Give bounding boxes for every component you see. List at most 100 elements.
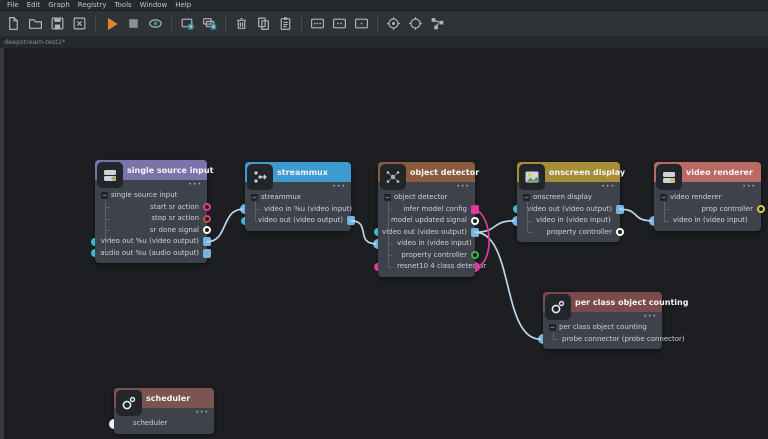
port-scheduler-in[interactable] [109,419,114,429]
port-stop-sr-action-out[interactable] [203,215,211,223]
menu-tools[interactable]: Tools [110,1,135,9]
port-video-out-video-output-out[interactable] [471,228,479,237]
port-resnet10-4-class-detector-in[interactable] [374,263,378,271]
node-onscreen-display[interactable]: onscreen display•••−onscreen displayvide… [517,162,620,242]
menu-file[interactable]: File [3,1,23,9]
panel-clock-icon [180,16,195,31]
port-audio-out-u-audio-output-in[interactable] [91,249,95,257]
port-sr-done-signal-out[interactable] [203,226,211,234]
port-video-out-video-output-in[interactable] [374,228,378,236]
menu-graph[interactable]: Graph [44,1,73,9]
preview-button[interactable] [145,13,166,34]
row-label: video out (video output) [258,216,343,224]
node-row-streammux: −streammux [245,192,351,204]
node-menu-icon[interactable]: ••• [195,410,209,416]
tree-tick [255,221,260,222]
node-body: scheduler [114,418,214,430]
tree-tick [105,207,110,208]
port-model-updated-signal-out[interactable] [471,217,479,225]
node-menu-icon[interactable]: ••• [456,184,470,190]
port-video-out-u-video-output-in[interactable] [91,238,95,246]
port-start-sr-action-out[interactable] [203,203,211,211]
paste-button[interactable] [275,13,296,34]
node-menu-icon[interactable]: ••• [643,314,657,320]
new-file-button[interactable] [3,13,24,34]
node-row-stop-sr-action: stop sr action [95,213,207,225]
collapse-icon[interactable]: − [549,324,556,331]
delete-button[interactable] [231,13,252,34]
graph-canvas[interactable]: single source input•••−single source inp… [0,48,768,439]
collapse-icon[interactable]: − [384,194,391,201]
save-graph-button[interactable] [47,13,68,34]
port-video-out-video-output-in[interactable] [241,217,245,225]
menu-help[interactable]: Help [171,1,195,9]
copy-button[interactable] [253,13,274,34]
focus-all-button[interactable] [405,13,426,34]
port-property-controller-out[interactable] [471,251,479,259]
port-audio-out-u-audio-output-out[interactable] [203,249,211,258]
port-video-in-video-input-in[interactable] [649,216,654,226]
node-per-class-object-counting[interactable]: per class object counting ••• −per class o… [543,292,662,349]
panels-clock-button[interactable] [199,13,220,34]
run-graph-button[interactable] [101,13,122,34]
node-video-renderer[interactable]: video renderer•••−video rendererprop con… [654,162,761,231]
group-two-dots-button[interactable] [329,13,350,34]
port-video-in-video-input-in[interactable] [373,239,378,249]
port-infer-model-config-out[interactable] [471,205,479,214]
node-row-object-detector: −object detector [378,192,475,204]
box-dots2-icon [332,16,347,31]
node-body: −single source inputstart sr actionstop … [95,190,207,259]
auto-layout-button[interactable] [427,13,448,34]
port-prop-controller-out[interactable] [757,205,765,213]
menu-registry[interactable]: Registry [74,1,111,9]
port-video-out-video-output-out[interactable] [616,205,624,214]
panel-clock-button[interactable] [177,13,198,34]
box-dots1-icon [354,16,369,31]
mux-icon [247,164,273,190]
node-object-detector[interactable]: object detector•••−object detectorinfer … [378,162,475,277]
collapse-icon[interactable]: − [523,194,530,201]
stop-graph-button[interactable] [123,13,144,34]
open-graph-button[interactable] [25,13,46,34]
tree-tick [105,219,110,220]
row-label: sr done signal [150,226,199,234]
row-label: per class object counting [559,323,647,331]
node-menu-icon[interactable]: ••• [601,184,615,190]
node-menu-icon[interactable]: ••• [188,182,202,188]
collapse-icon[interactable]: − [251,194,258,201]
port-video-out-u-video-output-out[interactable] [203,237,211,246]
group-three-dots-button[interactable] [307,13,328,34]
collapse-icon[interactable]: − [660,194,667,201]
port-probe-connector-probe-connector-in[interactable] [538,334,543,344]
node-streammux[interactable]: streammux•••−streammuxvideo in %u (video… [245,162,351,231]
node-single-source-input[interactable]: single source input•••−single source inp… [95,160,207,263]
node-row-per-class-object-counting: −per class object counting [543,322,662,334]
collapse-icon[interactable]: − [101,192,108,199]
port-property-controller-out[interactable] [616,228,624,236]
group-one-dot-button[interactable] [351,13,372,34]
close-graph-button[interactable] [69,13,90,34]
node-menu-icon[interactable]: ••• [742,184,756,190]
toolbar [0,11,768,36]
port-video-out-video-output-out[interactable] [347,216,355,225]
node-row-video-in-video-input: video in (video input) [517,215,620,227]
node-row-sr-done-signal: sr done signal [95,225,207,237]
node-scheduler[interactable]: scheduler•••scheduler [114,388,214,434]
tree-tick [664,221,669,222]
port-video-out-video-output-in[interactable] [513,205,517,213]
node-row-video-out-u-video-output: video out %u (video output) [95,236,207,248]
graph-tab[interactable]: deepstream-test1* [4,38,65,46]
port-video-in-video-input-in[interactable] [512,216,517,226]
menu-edit[interactable]: Edit [23,1,45,9]
node-title: onscreen display [549,168,625,177]
media-cards-icon [97,162,123,188]
node-body: −object detectorinfer model configmodel … [378,192,475,273]
copy-icon [256,16,271,31]
node-menu-icon[interactable]: ••• [332,184,346,190]
menu-window[interactable]: Window [136,1,172,9]
port-video-in-u-video-input-in[interactable] [240,204,245,214]
graph-composer-window: File Edit Graph Registry Tools Window He… [0,0,768,439]
focus-selected-button[interactable] [383,13,404,34]
focus-dot-icon [386,16,401,31]
tree-tick [388,221,393,222]
